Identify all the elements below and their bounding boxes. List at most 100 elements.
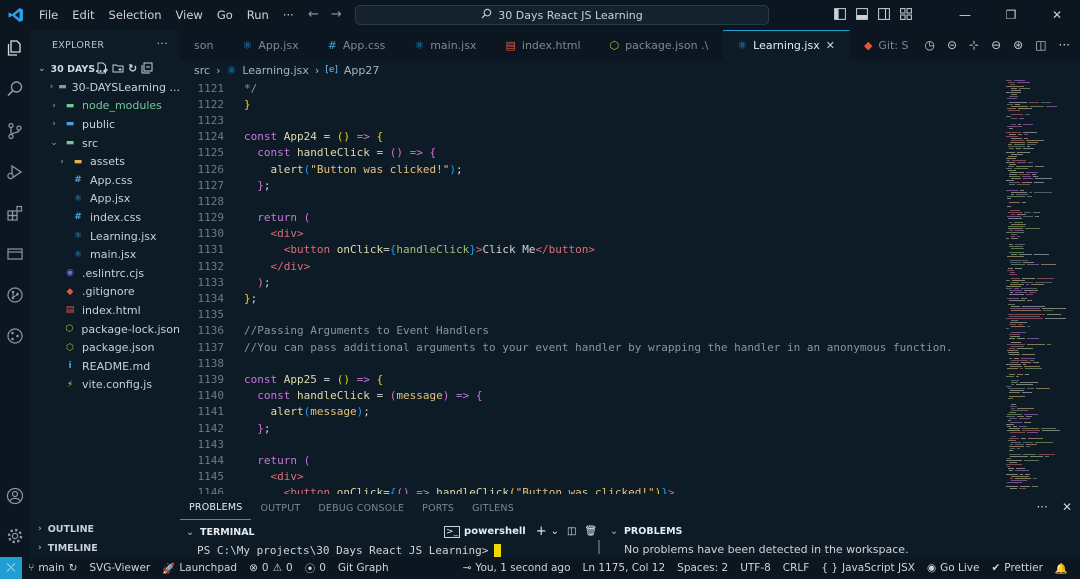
remote-indicator-icon[interactable]: ⤬ — [0, 557, 22, 579]
compare-next-icon[interactable]: ⊖ — [991, 38, 1001, 52]
chevron-down-icon[interactable]: ⌄ — [610, 526, 618, 537]
tab-output[interactable]: OUTPUT — [251, 496, 309, 520]
collapse-folders-icon[interactable] — [141, 62, 153, 77]
minimize-window-icon[interactable]: — — [942, 8, 988, 22]
svg-viewer-status[interactable]: SVG-Viewer — [83, 562, 156, 574]
indentation-status[interactable]: Spaces: 2 — [671, 562, 734, 574]
tab-problems[interactable]: PROBLEMS — [180, 496, 252, 520]
tab-main-jsx[interactable]: ⚛ main.jsx — [400, 30, 492, 60]
run-debug-icon[interactable] — [5, 162, 25, 182]
code-line[interactable]: 1136 //Passing Arguments to Event Handler… — [180, 323, 1000, 339]
breadcrumb-folder[interactable]: src — [194, 64, 210, 77]
compare-previous-icon[interactable]: ⊝ — [947, 38, 957, 52]
code-line[interactable]: 1129 return ( — [180, 210, 1000, 226]
code-line[interactable]: 1121 */ — [180, 80, 1000, 96]
code-line[interactable]: 1141 alert(message); — [180, 404, 1000, 420]
tab-app-css[interactable]: # App.css — [314, 30, 401, 60]
code-line[interactable]: 1125 const handleClick = () => { — [180, 145, 1000, 161]
outline-section[interactable]: › OUTLINE — [30, 520, 94, 538]
code-line[interactable]: 1137 //You can pass additional arguments … — [180, 339, 1000, 355]
shell-name[interactable]: powershell — [464, 526, 526, 537]
tree-item[interactable]: ⚛ Learning.jsx — [30, 227, 180, 246]
menu-run[interactable]: Run — [240, 8, 276, 22]
tree-item[interactable]: ⚛ App.jsx — [30, 190, 180, 209]
menu-edit[interactable]: Edit — [65, 8, 101, 22]
git-graph-icon[interactable] — [5, 326, 25, 346]
tab-son[interactable]: son — [180, 30, 229, 60]
tree-item[interactable]: ⬡ package-lock.json — [30, 320, 180, 339]
go-live-status[interactable]: ◉ Go Live — [921, 562, 986, 574]
minimap[interactable] — [1004, 80, 1070, 494]
more-actions-icon[interactable]: ··· — [1059, 38, 1070, 52]
git-graph-status[interactable]: Git Graph — [332, 562, 395, 574]
eol-status[interactable]: CRLF — [777, 562, 816, 574]
new-file-icon[interactable] — [96, 62, 108, 77]
tree-item[interactable]: ⚛ main.jsx — [30, 245, 180, 264]
code-line[interactable]: 1130 <div> — [180, 226, 1000, 242]
tree-item[interactable]: ⌄ ▬ src — [30, 134, 180, 153]
prettier-status[interactable]: ✔ Prettier — [985, 562, 1048, 574]
toggle-primary-sidebar-icon[interactable] — [834, 7, 846, 23]
forward-arrow-icon[interactable]: → — [331, 7, 342, 22]
code-line[interactable]: 1123 — [180, 112, 1000, 128]
tab-package-json[interactable]: ⬡ package.json .\ — [596, 30, 724, 60]
tree-item[interactable]: ▤ index.html — [30, 301, 180, 320]
gitlens-icon[interactable] — [5, 285, 25, 305]
gitlens-inspect-icon[interactable]: ⊛ — [1013, 38, 1023, 52]
language-mode[interactable]: { } JavaScript JSX — [815, 562, 921, 574]
customize-layout-icon[interactable] — [900, 7, 912, 23]
toggle-panel-icon[interactable] — [856, 7, 868, 23]
code-line[interactable]: 1131 <button onClick={handleClick}>Click… — [180, 242, 1000, 258]
tree-item[interactable]: # App.css — [30, 171, 180, 190]
open-changes-icon[interactable]: ⊹ — [969, 38, 979, 52]
tree-item[interactable]: › ▬ 30-DAYSLearning ... — [30, 78, 180, 97]
problems-status[interactable]: ⊗ 0 ⚠ 0 — [243, 562, 299, 574]
menu-view[interactable]: View — [169, 8, 210, 22]
blame-status[interactable]: ⊸ You, 1 second ago — [457, 562, 577, 574]
chevron-down-icon[interactable]: ⌄ — [551, 526, 559, 537]
extensions-icon[interactable] — [5, 203, 25, 223]
timeline-history-icon[interactable]: ◷ — [924, 38, 934, 52]
split-editor-icon[interactable]: ◫ — [1035, 38, 1046, 52]
tab-debug-console[interactable]: DEBUG CONSOLE — [309, 496, 413, 520]
code-line[interactable]: 1142 }; — [180, 420, 1000, 436]
code-line[interactable]: 1138 — [180, 355, 1000, 371]
restore-window-icon[interactable]: ❐ — [988, 8, 1034, 22]
menu-selection[interactable]: Selection — [102, 8, 169, 22]
code-line[interactable]: 1143 — [180, 436, 1000, 452]
branch-status[interactable]: ⑂ main ↻ — [22, 562, 83, 574]
more-actions-icon[interactable]: ··· — [1036, 500, 1047, 514]
code-line[interactable]: 1140 const handleClick = (message) => { — [180, 388, 1000, 404]
tab-ports[interactable]: PORTS — [413, 496, 463, 520]
code-line[interactable]: 1126 alert("Button was clicked!"); — [180, 161, 1000, 177]
refresh-explorer-icon[interactable]: ↻ — [128, 62, 137, 77]
search-view-icon[interactable] — [5, 79, 25, 99]
close-panel-icon[interactable]: ✕ — [1062, 500, 1072, 514]
panel-splitter[interactable] — [598, 540, 600, 554]
tree-item[interactable]: › ▬ node_modules — [30, 97, 180, 116]
code-line[interactable]: 1145 <div> — [180, 469, 1000, 485]
new-terminal-icon[interactable]: + — [536, 524, 547, 539]
tree-item[interactable]: › ▬ public — [30, 115, 180, 134]
close-tab-icon[interactable]: ✕ — [826, 39, 835, 52]
tab-index-html[interactable]: ▤ index.html — [491, 30, 596, 60]
tree-item[interactable]: ⚡ vite.config.js — [30, 376, 180, 395]
tree-item[interactable]: ◉ .eslintrc.cjs — [30, 264, 180, 283]
timeline-section[interactable]: › TIMELINE — [30, 539, 98, 557]
code-line[interactable]: 1146 <button onClick={() => handleClick(… — [180, 485, 1000, 494]
ports-status[interactable]: ⦿ 0 — [299, 561, 332, 576]
code-line[interactable]: 1128 — [180, 193, 1000, 209]
command-center-search[interactable]: 30 Days React JS Learning — [355, 5, 769, 25]
trash-icon[interactable]: 🗑 — [585, 526, 598, 537]
breadcrumb-symbol[interactable]: App27 — [344, 64, 380, 77]
tab-git-s[interactable]: ◆ Git: S — [850, 30, 924, 60]
accounts-icon[interactable] — [5, 486, 25, 506]
code-line[interactable]: 1132 </div> — [180, 258, 1000, 274]
tree-item[interactable]: › ▬ assets — [30, 152, 180, 171]
menu-file[interactable]: File — [32, 8, 65, 22]
code-line[interactable]: 1139 const App25 = () => { — [180, 371, 1000, 387]
tab-gitlens[interactable]: GITLENS — [463, 496, 523, 520]
tab-learning-jsx[interactable]: ⚛ Learning.jsx ✕ — [723, 30, 850, 60]
code-line[interactable]: 1134}; — [180, 290, 1000, 306]
code-editor[interactable]: 1121 */1122} 1123 1124 const App24 = () => {… — [180, 80, 1000, 494]
